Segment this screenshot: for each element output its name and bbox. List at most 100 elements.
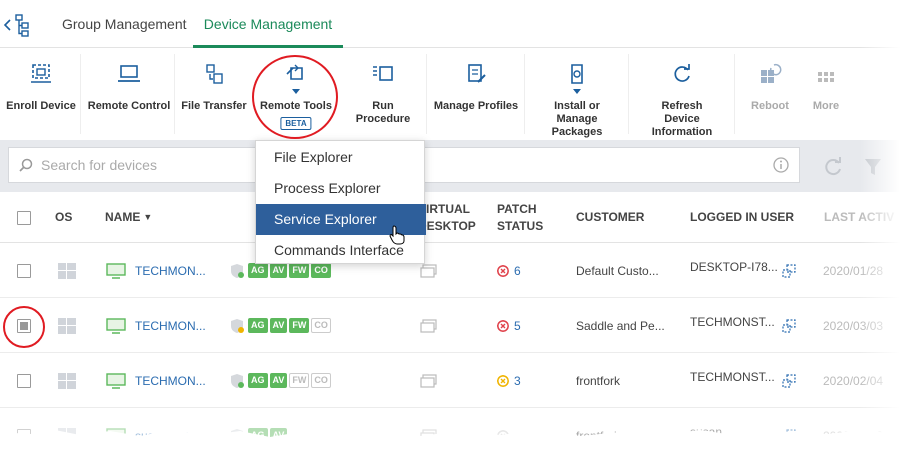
enroll-device-icon: [31, 64, 51, 83]
logged-in-user-cell: TECHMONST...: [690, 315, 775, 329]
callout-ring-remote-tools: [252, 55, 338, 139]
windows-icon: [58, 372, 76, 389]
chevron-down-icon: [573, 89, 581, 94]
column-last-activity[interactable]: LAST ACTIV: [824, 192, 894, 243]
device-name-link[interactable]: TECHMON...: [135, 374, 206, 388]
column-patch-status[interactable]: PATCH STATUS: [497, 192, 557, 243]
patch-count: 3: [514, 373, 521, 388]
torn-edge: [0, 430, 900, 451]
last-activity-cell: 2020/01/28: [823, 263, 884, 278]
user-sessions-cell: [782, 353, 796, 408]
info-icon[interactable]: [773, 157, 789, 173]
remote-control-label: Remote Control: [87, 100, 171, 112]
filter-icon[interactable]: [862, 156, 884, 178]
shield-icon: [231, 318, 244, 333]
monitor-icon: [106, 262, 126, 279]
tab-device-management[interactable]: Device Management: [193, 0, 343, 48]
security-badges: AG AV FW CO: [248, 318, 331, 333]
run-procedure-button[interactable]: Run Procedure: [344, 48, 422, 140]
monitor-icon: [106, 372, 126, 389]
manage-profiles-icon: [468, 64, 486, 83]
file-transfer-button[interactable]: File Transfer: [178, 48, 250, 140]
windows-icon: [58, 317, 76, 334]
virtual-desktop-cell: [420, 298, 438, 353]
refresh-device-info-button[interactable]: Refresh Device Information: [634, 48, 730, 140]
virtual-desktop-icon[interactable]: [420, 318, 438, 333]
row-checkbox[interactable]: [17, 263, 31, 278]
shield-icon: [231, 373, 244, 388]
enroll-device-label: Enroll Device: [6, 100, 76, 112]
back-tree-icon[interactable]: [2, 12, 32, 38]
manage-profiles-label: Manage Profiles: [433, 100, 519, 112]
install-packages-button[interactable]: Install or Manage Packages: [530, 48, 624, 140]
column-name[interactable]: NAME ▼: [105, 192, 152, 243]
menu-item-file-explorer[interactable]: File Explorer: [256, 142, 426, 173]
patch-count: 6: [514, 263, 521, 278]
callout-ring-checkbox: [3, 306, 45, 348]
column-logged-in-user[interactable]: LOGGED IN USER: [690, 192, 794, 243]
refresh-device-info-label: Refresh Device Information: [651, 100, 713, 138]
more-grid-icon: [818, 72, 834, 82]
toolbar-divider: [426, 54, 427, 134]
tab-group-management[interactable]: Group Management: [62, 0, 187, 48]
menu-item-process-explorer[interactable]: Process Explorer: [256, 173, 426, 204]
row-select-cell: [17, 353, 31, 408]
column-virtual-desktop[interactable]: VIRTUAL DESKTOP: [418, 192, 488, 243]
column-customer[interactable]: CUSTOMER: [576, 192, 644, 243]
refresh-list-icon[interactable]: [822, 156, 844, 178]
package-icon: [571, 64, 583, 84]
more-label: More: [812, 100, 840, 112]
name-cell: TECHMON...: [106, 243, 206, 298]
device-table-header: OS NAME ▼ VIRTUAL DESKTOP PATCH STATUS C…: [0, 192, 900, 243]
patch-status-icon: [497, 319, 509, 332]
enroll-device-button[interactable]: Enroll Device: [4, 48, 78, 140]
run-procedure-label: Run Procedure: [355, 100, 411, 125]
virtual-desktop-icon[interactable]: [420, 373, 438, 388]
security-badge: FW: [289, 373, 310, 388]
toolbar-divider: [628, 54, 629, 134]
customer-cell: Saddle and Pe...: [576, 318, 665, 333]
sessions-icon[interactable]: [782, 373, 796, 388]
os-cell: [58, 353, 76, 408]
reboot-button[interactable]: Reboot: [740, 48, 800, 140]
virtual-desktop-cell: [420, 353, 438, 408]
logged-in-user-cell: TECHMONST...: [690, 370, 775, 384]
top-tab-bar: Group Management Device Management: [0, 0, 900, 48]
remote-control-button[interactable]: Remote Control: [86, 48, 172, 140]
windows-icon: [58, 262, 76, 279]
search-bar-row: [0, 140, 900, 192]
last-activity-cell: 2020/02/04: [823, 373, 884, 388]
table-row[interactable]: TECHMON... AG AV FW CO 5 Saddle and Pe..…: [0, 298, 900, 353]
more-button[interactable]: More: [802, 48, 850, 140]
security-badge: AV: [269, 373, 288, 388]
row-select-cell: [17, 243, 31, 298]
reboot-label: Reboot: [751, 100, 789, 112]
search-icon: [19, 158, 33, 172]
select-all-checkbox[interactable]: [17, 210, 31, 225]
refresh-icon: [674, 64, 690, 82]
device-name-link[interactable]: TECHMON...: [135, 264, 206, 278]
toolbar-divider: [734, 54, 735, 134]
file-transfer-label: File Transfer: [181, 100, 247, 112]
table-row[interactable]: TECHMON... AG AV FW CO 6 Default Custo..…: [0, 243, 900, 298]
patch-status-cell[interactable]: 6: [497, 243, 521, 298]
column-os[interactable]: OS: [55, 192, 72, 243]
patch-status-cell[interactable]: 5: [497, 298, 521, 353]
device-toolbar: Enroll Device Remote Control File Transf…: [0, 48, 900, 140]
row-checkbox[interactable]: [17, 373, 31, 388]
security-cell: AG AV FW CO: [230, 298, 331, 353]
table-row[interactable]: TECHMON... AG AV FW CO 3 frontfork TECHM…: [0, 353, 900, 408]
manage-profiles-button[interactable]: Manage Profiles: [432, 48, 520, 140]
patch-status-cell[interactable]: 3: [497, 353, 521, 408]
os-cell: [58, 298, 76, 353]
laptop-icon: [118, 65, 140, 82]
device-name-link[interactable]: TECHMON...: [135, 319, 206, 333]
name-cell: TECHMON...: [106, 353, 206, 408]
toolbar-divider: [80, 54, 81, 134]
select-all-cell: [17, 192, 31, 243]
sessions-icon[interactable]: [782, 318, 796, 333]
hand-cursor-icon: [389, 225, 405, 245]
run-procedure-icon: [373, 66, 393, 81]
sessions-icon[interactable]: [782, 263, 796, 278]
monitor-icon: [106, 317, 126, 334]
